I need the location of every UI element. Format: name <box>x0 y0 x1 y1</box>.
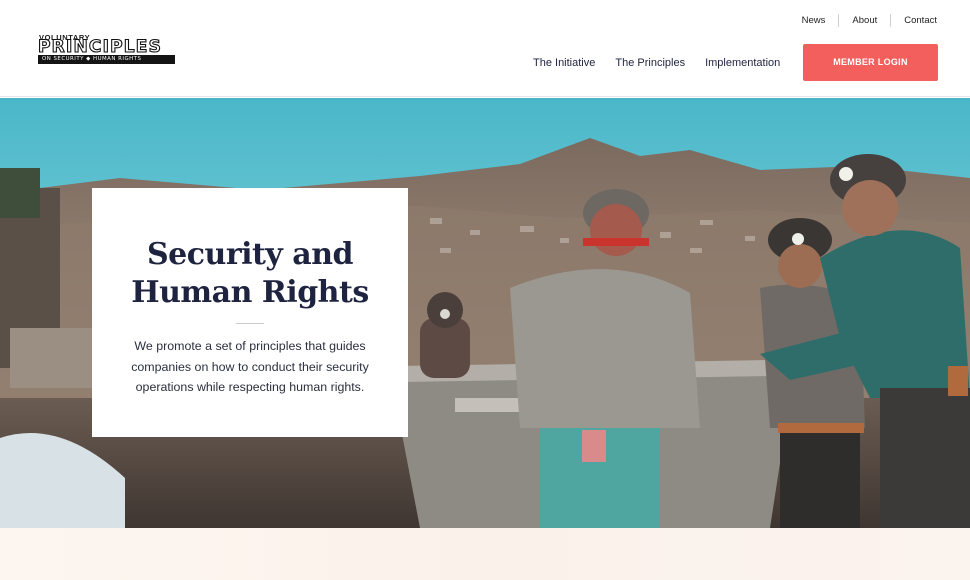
member-login-button[interactable]: MEMBER LOGIN <box>803 44 938 81</box>
util-nav-contact[interactable]: Contact <box>890 14 937 27</box>
site-header: VOLUNTARY PRINCIPLES ON SECURITY ◆ HUMAN… <box>0 0 970 97</box>
logo-line-tagline: ON SECURITY ◆ HUMAN RIGHTS <box>38 55 175 64</box>
nav-implementation[interactable]: Implementation <box>705 57 780 69</box>
utility-nav: News About Contact <box>789 14 937 27</box>
hero-title: Security and Human Rights <box>131 237 369 310</box>
hero-card: Security and Human Rights We promote a s… <box>92 188 408 437</box>
logo-line-principles: PRINCIPLES <box>37 37 163 57</box>
nav-the-initiative[interactable]: The Initiative <box>533 57 595 69</box>
util-nav-about[interactable]: About <box>838 14 890 27</box>
hero-description: We promote a set of principles that guid… <box>131 339 369 394</box>
main-nav: The Initiative The Principles Implementa… <box>533 57 800 69</box>
next-section-band <box>0 528 970 580</box>
site-logo[interactable]: VOLUNTARY PRINCIPLES ON SECURITY ◆ HUMAN… <box>37 33 176 65</box>
util-nav-news[interactable]: News <box>789 14 839 27</box>
hero-divider <box>236 323 264 324</box>
nav-the-principles[interactable]: The Principles <box>615 57 685 69</box>
